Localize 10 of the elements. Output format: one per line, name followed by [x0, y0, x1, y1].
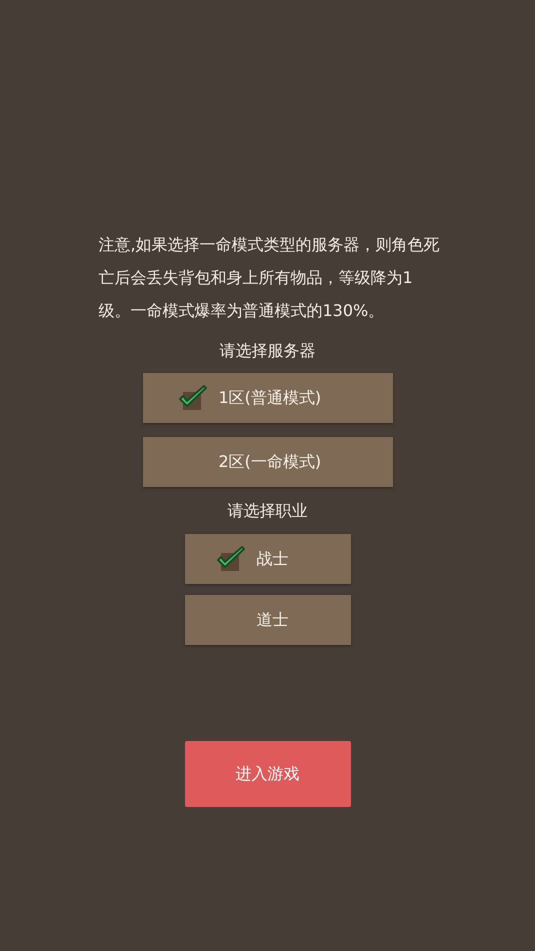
section-label: 请选择服务器 [220, 340, 316, 362]
option-button[interactable]: 道士 [184, 595, 350, 645]
enter-game-button[interactable]: 进入游戏 [184, 741, 350, 807]
section-label: 请选择职业 [228, 500, 308, 522]
option-button[interactable]: 1区(普通模式) [142, 373, 392, 423]
option-button[interactable]: 2区(一命模式) [142, 437, 392, 487]
notice-text: 注意,如果选择一命模式类型的服务器，则角色死亡后会丢失背包和身上所有物品，等级降为1级。一命模式爆率为普通模式的130%。 [98, 234, 440, 322]
checkmark-icon [214, 545, 246, 573]
checkmark-icon [176, 384, 208, 412]
option-button[interactable]: 战士 [184, 534, 350, 584]
